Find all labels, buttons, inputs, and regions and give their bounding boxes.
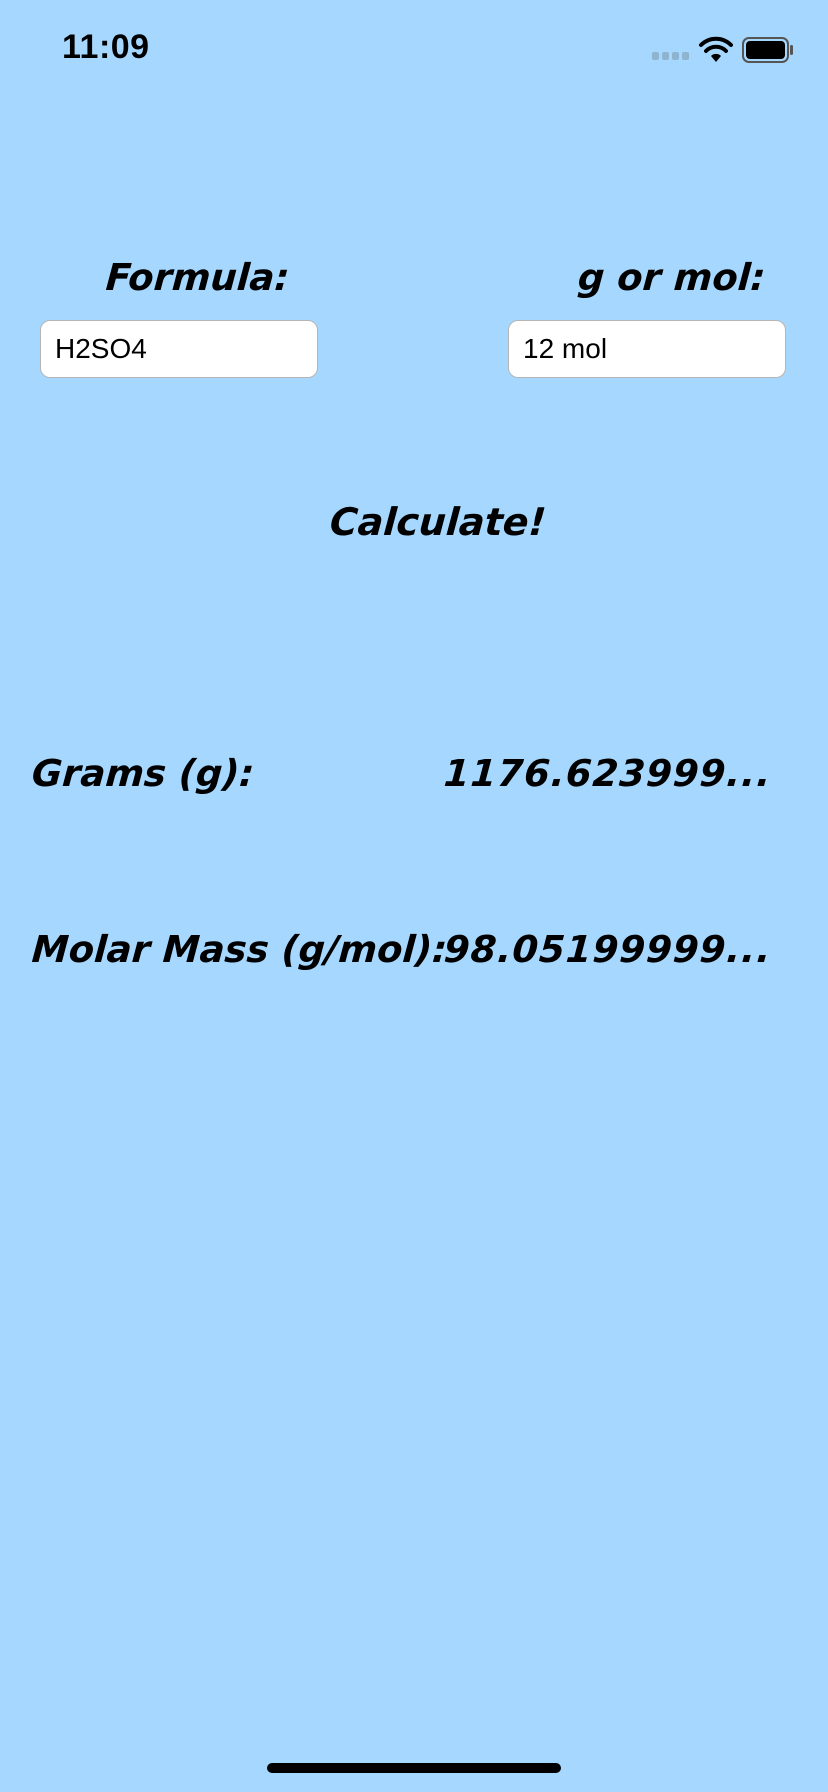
battery-icon	[742, 37, 793, 63]
grams-label: Grams (g):	[30, 752, 256, 795]
molar-mass-value: 98.05199999...	[442, 928, 774, 971]
molar-mass-label: Molar Mass (g/mol):	[30, 928, 449, 971]
status-time: 11:09	[62, 28, 150, 66]
home-indicator[interactable]	[267, 1763, 561, 1773]
amount-label: g or mol:	[576, 256, 767, 299]
grams-value: 1176.623999...	[442, 752, 774, 795]
formula-input[interactable]	[40, 320, 318, 378]
cellular-signal-icon	[652, 52, 690, 62]
amount-input[interactable]	[508, 320, 786, 378]
status-bar: 11:09	[0, 0, 828, 96]
wifi-icon	[699, 36, 733, 62]
formula-label: Formula:	[104, 256, 291, 299]
calculate-button[interactable]: Calculate!	[328, 494, 547, 550]
